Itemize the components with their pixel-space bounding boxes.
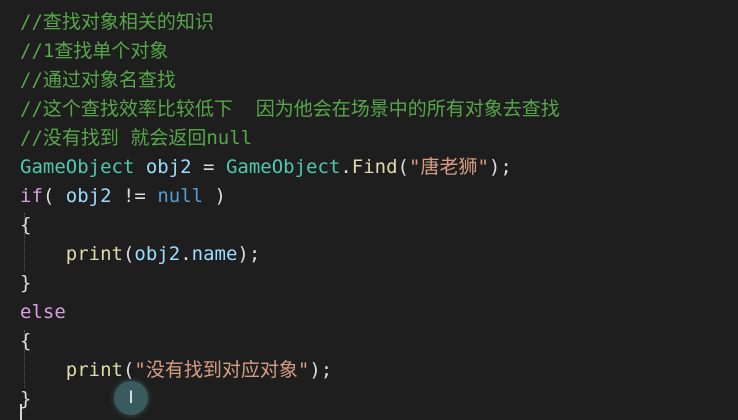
code-editor[interactable]: I //查找对象相关的知识 //1查找单个对象 //通过对象名查找 //这个查找效率比…: [0, 0, 738, 420]
code-line[interactable]: }: [20, 385, 31, 414]
code-token-comment: //这个查找效率比较低下 因为他会在场景中的所有对象去查找: [20, 98, 560, 120]
code-token-plain: ): [203, 185, 226, 207]
code-token-method: Find: [351, 156, 398, 178]
code-token-plain: =: [191, 156, 226, 178]
code-token-plain: }: [20, 272, 32, 294]
code-token-plain: (: [42, 185, 66, 207]
code-token-plain: (: [122, 359, 135, 381]
code-token-method: print: [65, 243, 123, 265]
code-token-kw-ctrl: if: [20, 185, 43, 207]
code-token-string: "唐老狮": [409, 156, 489, 178]
code-line[interactable]: if( obj2 != null ): [20, 182, 226, 211]
code-token-plain: {: [20, 330, 32, 352]
code-token-plain: }: [20, 388, 32, 410]
code-token-ident: name: [191, 243, 238, 265]
mouse-pointer-indicator: I: [114, 381, 148, 415]
code-token-plain: !=: [111, 185, 158, 207]
code-token-kw: null: [157, 185, 204, 207]
code-token-comment: //1查找单个对象: [20, 40, 169, 62]
code-line[interactable]: print("没有找到对应对象");: [20, 356, 332, 385]
code-token-kw-ctrl: else: [20, 301, 66, 323]
code-token-plain: (: [397, 156, 409, 178]
code-line[interactable]: }: [20, 269, 31, 298]
code-token-method: print: [65, 359, 123, 381]
code-token-ident: obj2: [134, 243, 181, 265]
code-token-comment: //查找对象相关的知识: [20, 11, 214, 33]
mouse-pointer-label: I: [128, 388, 134, 408]
code-line[interactable]: {: [20, 327, 31, 356]
code-line[interactable]: //1查找单个对象: [20, 37, 168, 66]
code-line[interactable]: //通过对象名查找: [20, 66, 176, 95]
code-token-plain: .: [340, 156, 352, 178]
code-line[interactable]: {: [20, 211, 31, 240]
code-token-type: GameObject: [20, 156, 135, 178]
code-token-type: GameObject: [225, 156, 341, 178]
code-line[interactable]: GameObject obj2 = GameObject.Find("唐老狮")…: [20, 153, 512, 182]
code-token-plain: );: [309, 359, 333, 381]
code-token-plain: {: [20, 214, 32, 236]
code-line[interactable]: //没有找到 就会返回null: [20, 124, 252, 153]
code-line[interactable]: else: [20, 298, 66, 327]
code-token-plain: );: [488, 156, 512, 178]
code-line[interactable]: //这个查找效率比较低下 因为他会在场景中的所有对象去查找: [20, 95, 560, 124]
code-token-ident: obj2: [145, 156, 192, 178]
code-token-plain: );: [237, 243, 261, 265]
code-line[interactable]: //查找对象相关的知识: [20, 8, 214, 37]
code-token-plain: .: [180, 243, 192, 265]
code-token-ident: obj2: [65, 185, 112, 207]
code-token-string: "没有找到对应对象": [134, 359, 310, 381]
code-token-plain: (: [122, 243, 135, 265]
code-line[interactable]: print(obj2.name);: [20, 240, 261, 269]
code-token-comment: //通过对象名查找: [20, 69, 176, 91]
code-token-comment: //没有找到 就会返回null: [20, 127, 253, 149]
